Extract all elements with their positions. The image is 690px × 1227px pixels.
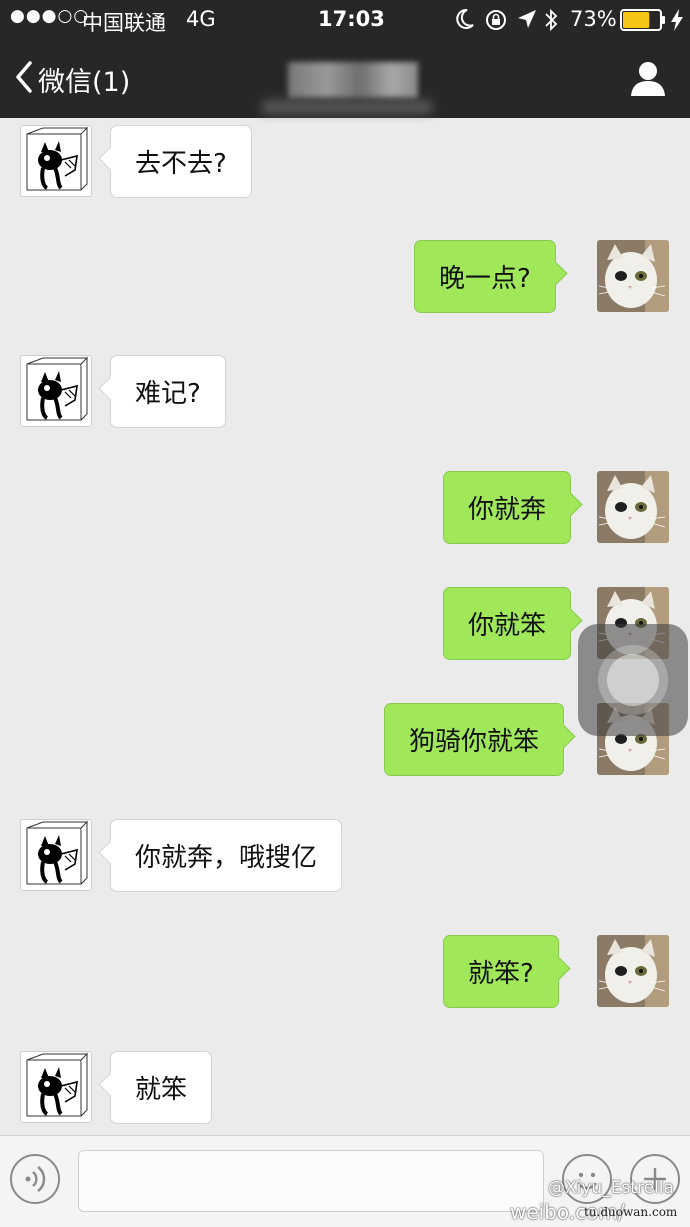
chat-title-blurred-shadow: [262, 100, 432, 114]
contact-info-button[interactable]: [628, 58, 668, 98]
received-message-bubble[interactable]: 就笨: [110, 1051, 213, 1124]
contact-avatar[interactable]: [20, 355, 92, 427]
network-type: 4G: [186, 7, 216, 31]
signal-strength: ●●●○○: [10, 6, 90, 26]
assistive-touch-button[interactable]: [578, 624, 688, 736]
message-text: 你就奔: [468, 495, 547, 525]
watermark-author: @Xiyu_Estrella: [548, 1178, 674, 1198]
charging-icon: [670, 8, 684, 37]
message-text: 晚一点?: [439, 264, 531, 294]
message-text: 你就奔，哦搜亿: [135, 843, 318, 873]
watermark-source: tu.duowan.com: [584, 1205, 678, 1219]
chat-title-blurred: [288, 62, 418, 98]
voice-input-button[interactable]: [10, 1154, 60, 1204]
message-text: 难记?: [135, 379, 201, 409]
chevron-left-icon: [14, 60, 34, 98]
message-text: 你就笨: [468, 611, 547, 641]
sent-message-bubble[interactable]: 晚一点?: [414, 240, 556, 313]
bluetooth-icon: [543, 7, 559, 38]
sent-message-bubble[interactable]: 就笨?: [443, 935, 559, 1008]
location-icon: [516, 8, 538, 35]
navigation-bar: 微信(1): [0, 40, 690, 118]
carrier-name: 中国联通: [82, 11, 166, 35]
clock: 17:03: [318, 7, 385, 31]
received-message-bubble[interactable]: 难记?: [110, 355, 226, 428]
voice-icon: [12, 1166, 58, 1206]
contact-avatar[interactable]: [20, 125, 92, 197]
received-message-bubble[interactable]: 去不去?: [110, 125, 252, 198]
message-text: 就笨: [135, 1075, 188, 1105]
my-avatar[interactable]: [597, 935, 669, 1007]
received-message-bubble[interactable]: 你就奔，哦搜亿: [110, 819, 343, 892]
moon-icon: [455, 8, 475, 35]
rotation-lock-icon: [484, 8, 508, 37]
battery-icon: [620, 9, 666, 36]
message-text: 狗骑你就笨: [409, 727, 540, 757]
contact-avatar[interactable]: [20, 1051, 92, 1123]
contact-avatar[interactable]: [20, 819, 92, 891]
status-bar: ●●●○○ 中国联通 4G 17:03 73%: [0, 0, 690, 40]
my-avatar[interactable]: [597, 471, 669, 543]
back-button[interactable]: 微信(1): [14, 58, 130, 100]
sent-message-bubble[interactable]: 狗骑你就笨: [384, 703, 565, 776]
sent-message-bubble[interactable]: 你就奔: [443, 471, 572, 544]
person-icon: [628, 62, 668, 102]
message-text: 就笨?: [468, 959, 534, 989]
message-text-input[interactable]: [78, 1150, 544, 1212]
back-button-label: 微信(1): [38, 66, 131, 98]
message-text: 去不去?: [135, 149, 227, 179]
battery-percent: 73%: [570, 7, 617, 31]
sent-message-bubble[interactable]: 你就笨: [443, 587, 572, 660]
my-avatar[interactable]: [597, 240, 669, 312]
